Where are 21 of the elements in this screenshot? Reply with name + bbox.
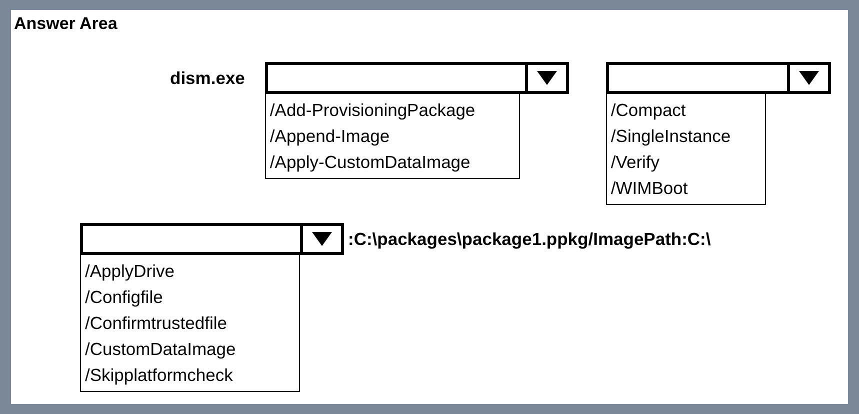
dropdown-option[interactable]: /Verify bbox=[610, 149, 753, 175]
dropdown-option[interactable]: /Add-ProvisioningPackage bbox=[270, 97, 507, 123]
dropdown-option[interactable]: /Skipplatformcheck bbox=[85, 362, 287, 388]
dropdown-option[interactable]: /WIMBoot bbox=[610, 175, 753, 201]
command-text: :C:\packages\package1.ppkg/ImagePath:C:\ bbox=[348, 228, 711, 251]
dropdown-arrow-icon[interactable] bbox=[536, 71, 557, 85]
dropdown-option[interactable]: /CustomDataImage bbox=[85, 336, 287, 362]
answer-area-title: Answer Area bbox=[14, 14, 118, 34]
dropdown-field[interactable] bbox=[264, 62, 569, 94]
dropdown-arrow-icon[interactable] bbox=[312, 232, 332, 246]
dropdown-option[interactable]: /Apply-CustomDataImage bbox=[270, 149, 507, 175]
dropdown-option[interactable]: /Confirmtrustedfile bbox=[85, 310, 287, 336]
dropdown-field[interactable] bbox=[606, 62, 831, 94]
dropdown-option[interactable]: /Compact bbox=[610, 97, 753, 123]
dropdown-option[interactable]: /Append-Image bbox=[270, 123, 507, 149]
dropdown-field[interactable] bbox=[80, 223, 344, 255]
dropdown-option[interactable]: /SingleInstance bbox=[610, 123, 753, 149]
dropdown-arrow-icon[interactable] bbox=[798, 71, 819, 85]
dropdown-option[interactable]: /ApplyDrive bbox=[85, 258, 287, 284]
dropdown-option[interactable]: /Configfile bbox=[85, 284, 287, 310]
command-text: dism.exe bbox=[170, 67, 245, 90]
